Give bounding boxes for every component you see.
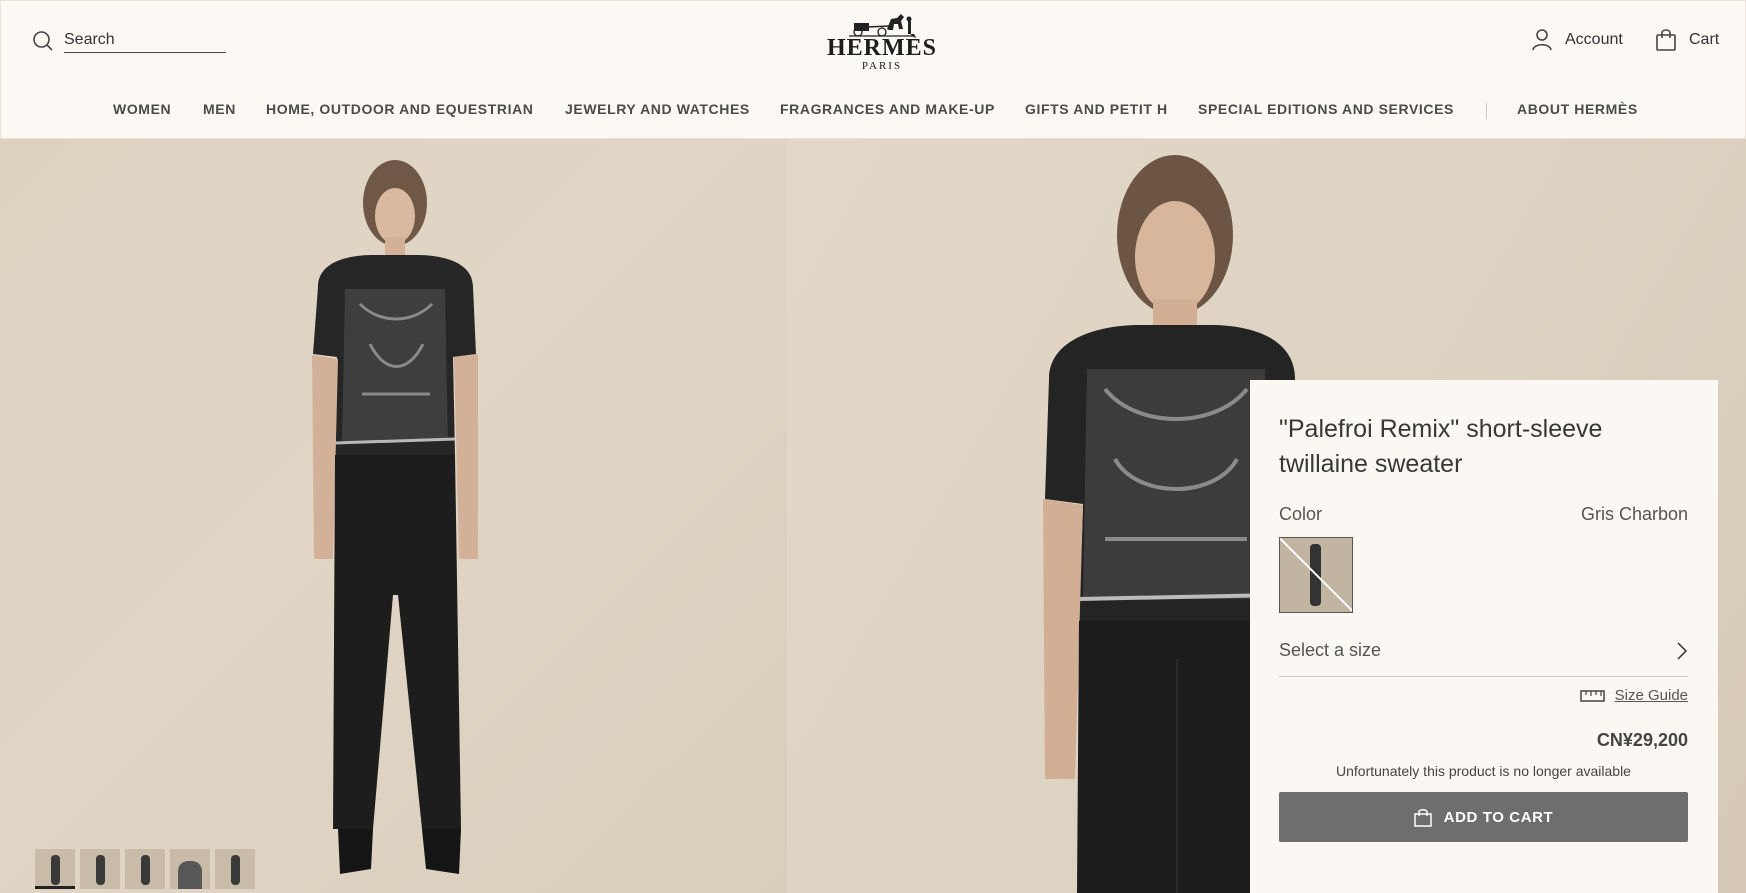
shopping-bag-icon [1413, 808, 1432, 827]
nav-divider [1486, 103, 1487, 119]
nav-item-fragrances-makeup[interactable]: FRAGRANCES AND MAKE-UP [780, 101, 995, 117]
search-icon[interactable] [32, 30, 54, 52]
size-selector[interactable]: Select a size [1279, 637, 1688, 677]
account-label: Account [1565, 31, 1623, 48]
color-value: Gris Charbon [1580, 504, 1688, 524]
search-bar[interactable]: Search [32, 29, 226, 53]
product-title: "Palefroi Remix" short-sleeve twillaine … [1279, 415, 1603, 478]
search-input[interactable]: Search [64, 29, 226, 53]
brand-city: PARIS [861, 60, 903, 72]
main-navigation: WOMEN MEN HOME, OUTDOOR AND EQUESTRIAN J… [1, 101, 1746, 123]
product-price: CN¥29,200 [1596, 730, 1688, 750]
ruler-icon [1579, 689, 1605, 702]
cart-label: Cart [1689, 31, 1720, 48]
nav-item-women[interactable]: WOMEN [113, 101, 171, 117]
nav-item-gifts-petit-h[interactable]: GIFTS AND PETIT H [1025, 101, 1168, 117]
availability-message: Unfortunately this product is no longer … [1336, 763, 1631, 779]
color-label: Color [1279, 504, 1323, 524]
size-select-label: Select a size [1279, 640, 1382, 660]
model-full-length-image [312, 160, 478, 874]
add-to-cart-button[interactable]: ADD TO CART [1279, 792, 1688, 842]
nav-item-special-editions-services[interactable]: SPECIAL EDITIONS AND SERVICES [1198, 101, 1454, 117]
account-link[interactable]: Account [1531, 28, 1623, 52]
cart-link[interactable]: Cart [1655, 28, 1719, 52]
thumbnail-3[interactable] [125, 849, 165, 889]
color-row: Color Gris Charbon [1279, 504, 1688, 525]
color-swatch-gris-charbon[interactable] [1279, 537, 1353, 613]
nav-item-about-hermes[interactable]: ABOUT HERMÈS [1517, 101, 1638, 117]
nav-item-men[interactable]: MEN [203, 101, 236, 117]
nav-item-jewelry-watches[interactable]: JEWELRY AND WATCHES [565, 101, 750, 117]
add-to-cart-label: ADD TO CART [1443, 808, 1554, 826]
size-guide-label: Size Guide [1614, 687, 1688, 704]
size-guide-link[interactable]: Size Guide [1279, 687, 1688, 704]
shopping-bag-icon [1656, 29, 1676, 51]
thumbnail-2[interactable] [80, 849, 120, 889]
product-details-panel: "Palefroi Remix" short-sleeve twillaine … [1250, 380, 1718, 893]
product-photo-full-length[interactable] [0, 139, 787, 893]
thumbnail-1[interactable] [35, 849, 75, 889]
chevron-right-icon [1677, 641, 1688, 660]
brand-wordmark: HERMÈS [827, 35, 938, 61]
user-icon [1532, 29, 1552, 51]
thumbnail-strip [35, 849, 255, 889]
site-header: Search HERMÈS PARIS Account Cart WOMEN M… [0, 0, 1746, 139]
nav-item-home-outdoor-equestrian[interactable]: HOME, OUTDOOR AND EQUESTRIAN [266, 101, 534, 117]
thumbnail-4[interactable] [170, 849, 210, 889]
thumbnail-5[interactable] [215, 849, 255, 889]
carriage-logo-icon [849, 14, 915, 37]
brand-logo[interactable]: HERMÈS PARIS [827, 11, 937, 73]
